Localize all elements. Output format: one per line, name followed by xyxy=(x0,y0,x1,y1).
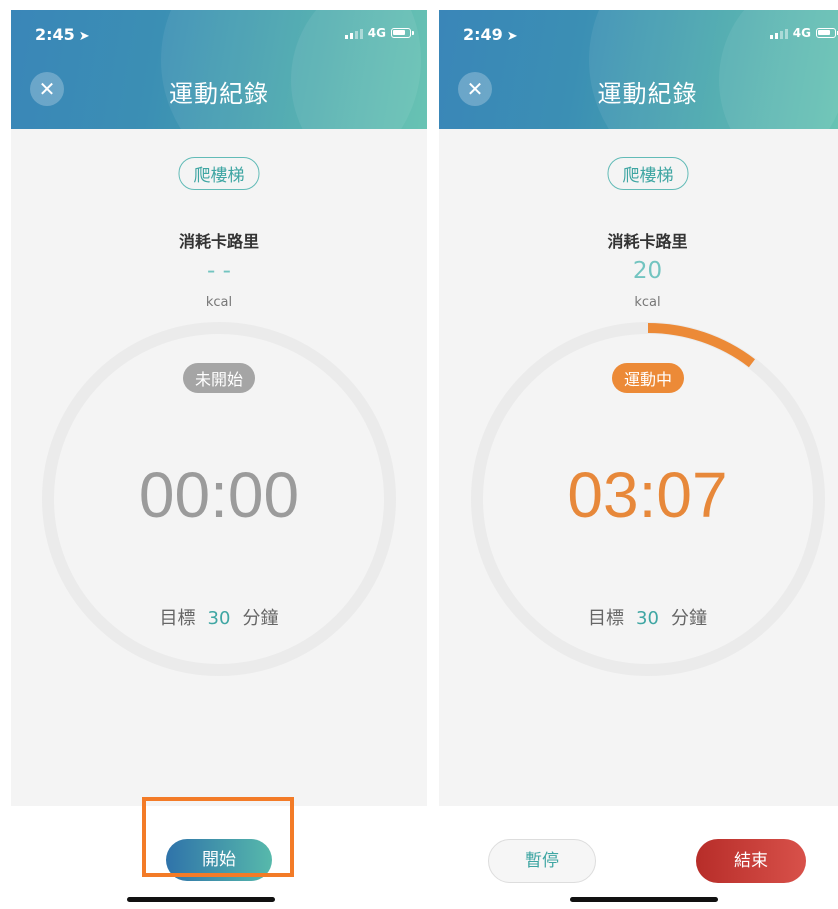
exercise-type-tag: 爬樓梯 xyxy=(607,157,689,190)
calories-label: 消耗卡路里 xyxy=(607,232,688,251)
progress-ring-fill xyxy=(647,323,755,368)
network-label: 4G xyxy=(367,26,386,40)
goal-minutes: 30 xyxy=(636,608,659,629)
header: 2:45 ➤ 4G ✕ 運動紀錄 xyxy=(11,10,427,129)
phone-screen-in-progress: 2:49 ➤ 4G ✕ 運動紀錄 爬樓梯 消耗卡路里 20 kcal 運動中 03… xyxy=(439,10,838,909)
status-badge: 未開始 xyxy=(182,363,256,393)
goal-prefix: 目標 xyxy=(588,608,625,629)
signal-icon xyxy=(344,28,363,39)
calories-unit: kcal xyxy=(205,295,233,310)
calories-value: - - xyxy=(207,258,231,284)
calories-label: 消耗卡路里 xyxy=(178,232,259,251)
location-arrow-icon: ➤ xyxy=(78,29,90,44)
screen-divider xyxy=(427,10,439,909)
end-button[interactable]: 結束 xyxy=(696,839,806,883)
goal-text: 目標 30 分鐘 xyxy=(11,604,427,630)
battery-icon xyxy=(816,28,838,38)
elapsed-timer: 00:00 xyxy=(138,459,300,531)
battery-icon xyxy=(391,28,414,38)
home-indicator xyxy=(127,897,275,902)
pause-button[interactable]: 暫停 xyxy=(488,839,596,883)
header: 2:49 ➤ 4G ✕ 運動紀錄 xyxy=(439,10,838,129)
goal-text: 目標 30 分鐘 xyxy=(448,604,838,630)
goal-prefix: 目標 xyxy=(159,608,196,629)
status-time: 2:49 ➤ xyxy=(463,25,518,44)
status-bar: 2:45 ➤ 4G xyxy=(11,25,427,47)
goal-suffix: 分鐘 xyxy=(670,608,707,629)
signal-icon xyxy=(769,28,788,39)
elapsed-timer: 03:07 xyxy=(567,459,728,531)
network-label: 4G xyxy=(792,26,811,40)
calories-unit: kcal xyxy=(634,295,661,310)
status-badge: 運動中 xyxy=(611,363,685,393)
goal-suffix: 分鐘 xyxy=(242,608,279,629)
calories-value: 20 xyxy=(632,258,663,284)
exercise-type-tag: 爬樓梯 xyxy=(178,157,260,190)
highlight-box xyxy=(142,797,294,877)
page-title: 運動紀錄 xyxy=(597,80,698,108)
goal-minutes: 30 xyxy=(207,608,231,629)
status-bar: 2:49 ➤ 4G xyxy=(439,25,838,47)
page-title: 運動紀錄 xyxy=(169,80,269,108)
location-arrow-icon: ➤ xyxy=(506,29,518,44)
status-time: 2:45 ➤ xyxy=(35,25,90,44)
home-indicator xyxy=(569,897,718,902)
phone-screen-not-started: 2:45 ➤ 4G ✕ 運動紀錄 爬樓梯 消耗卡路里 - - kcal 未開始 0… xyxy=(11,10,427,909)
